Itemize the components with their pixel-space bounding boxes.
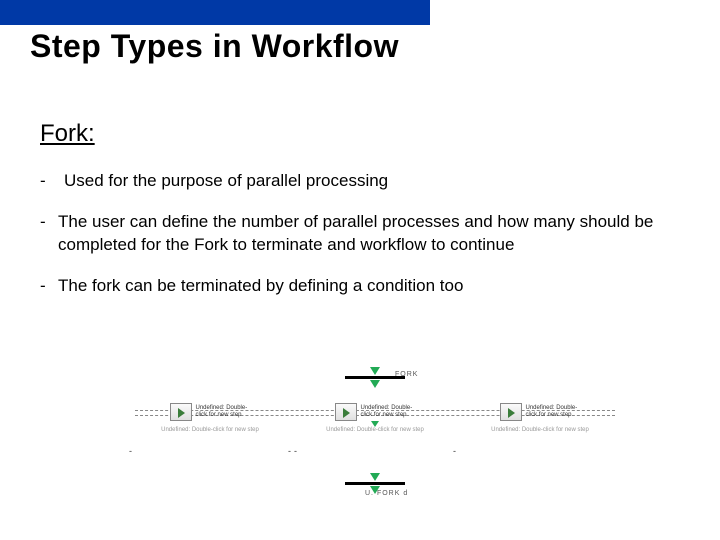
bullet-item: - The user can define the number of para… bbox=[40, 211, 680, 257]
join-label: U. FORK d bbox=[365, 490, 408, 497]
bullet-text: The fork can be terminated by defining a… bbox=[58, 275, 680, 298]
header-accent-bar bbox=[0, 0, 430, 25]
tick-mark: - bbox=[294, 446, 297, 456]
bullet-dash: - bbox=[40, 211, 58, 257]
play-icon bbox=[500, 403, 522, 421]
fork-label: FORK bbox=[395, 371, 418, 378]
node-caption: Undefined: Double-click for new step bbox=[526, 405, 581, 418]
workflow-diagram: FORK - - Undefined: Double-click for new… bbox=[125, 365, 625, 505]
play-icon bbox=[170, 403, 192, 421]
branch-node: Undefined: Double-click for new step Und… bbox=[465, 403, 615, 433]
node-caption: Undefined: Double-click for new step bbox=[361, 405, 416, 418]
bullet-item: - The fork can be terminated by defining… bbox=[40, 275, 680, 298]
tick-mark: - bbox=[288, 446, 291, 456]
slide-content: Fork: - Used for the purpose of parallel… bbox=[40, 120, 680, 316]
node-caption: Undefined: Double-click for new step bbox=[196, 405, 251, 418]
tick-mark: - bbox=[453, 446, 456, 456]
bullet-dash: - bbox=[40, 170, 58, 193]
node-subcaption: Undefined: Double-click for new step bbox=[135, 427, 285, 433]
node-subcaption: Undefined: Double-click for new step bbox=[300, 427, 450, 433]
branch-node: - - Undefined: Double-click for new step… bbox=[300, 403, 450, 433]
branch-node: - - Undefined: Double-click for new step… bbox=[135, 403, 285, 433]
play-icon bbox=[335, 403, 357, 421]
tick-mark: - bbox=[129, 446, 132, 456]
bullet-text: Used for the purpose of parallel process… bbox=[58, 170, 680, 193]
bullet-item: - Used for the purpose of parallel proce… bbox=[40, 170, 680, 193]
bullet-text: The user can define the number of parall… bbox=[58, 211, 680, 257]
section-heading: Fork: bbox=[40, 120, 680, 148]
slide-title: Step Types in Workflow bbox=[30, 28, 399, 65]
bullet-dash: - bbox=[40, 275, 58, 298]
arrow-down-icon bbox=[371, 421, 379, 427]
node-subcaption: Undefined: Double-click for new step bbox=[465, 427, 615, 433]
